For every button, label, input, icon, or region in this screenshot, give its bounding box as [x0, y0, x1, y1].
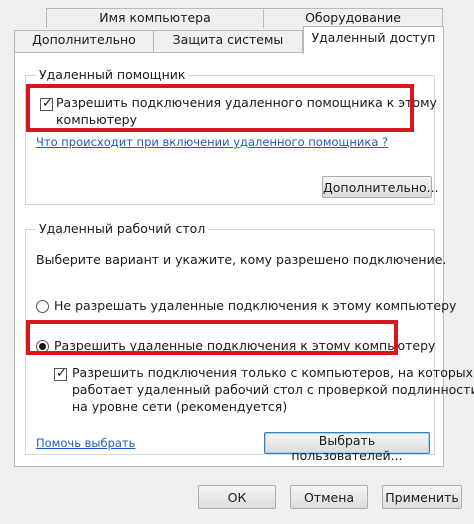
remote-desktop-help-link[interactable]: Помочь выбрать [36, 435, 135, 451]
nla-only-checkbox[interactable]: ✓ [54, 366, 67, 381]
remote-assistance-help-link[interactable]: Что происходит при включении удаленного … [36, 134, 388, 150]
tab-advanced[interactable]: Дополнительно [14, 30, 154, 52]
remote-assistance-advanced-button[interactable]: Дополнительно... [322, 176, 439, 198]
tab-remote-label: Удаленный доступ [311, 30, 436, 45]
tab-computer-name[interactable]: Имя компьютера [46, 8, 264, 28]
remote-desktop-group-label: Удаленный рабочий стол [36, 221, 209, 236]
tab-hardware-label: Оборудование [305, 10, 401, 25]
apply-button[interactable]: Применить [382, 485, 462, 509]
checkmark-icon: ✓ [42, 96, 53, 111]
cancel-button[interactable]: Отмена [290, 485, 368, 509]
allow-remote-connections-radio[interactable] [36, 340, 49, 353]
select-users-button[interactable]: Выбрать пользователей... [264, 432, 430, 463]
deny-remote-connections-label[interactable]: Не разрешать удаленные подключения к это… [54, 298, 456, 314]
allow-remote-assistance-checkbox[interactable]: ✓ [40, 96, 53, 111]
tab-computer-name-label: Имя компьютера [99, 10, 211, 25]
radio-selected-dot [39, 343, 46, 350]
remote-assistance-group-label: Удаленный помощник [36, 67, 189, 82]
remote-assistance-group: Удаленный помощник ✓ Разрешить подключен… [25, 67, 439, 205]
tab-remote[interactable]: Удаленный доступ [303, 26, 444, 54]
nla-only-label-line1[interactable]: Разрешить подключения только с компьютер… [72, 365, 473, 381]
tab-hardware[interactable]: Оборудование [263, 8, 443, 28]
nla-only-label-line2[interactable]: работает удаленный рабочий стол с провер… [72, 382, 474, 398]
tab-advanced-label: Дополнительно [32, 32, 136, 47]
allow-remote-assistance-label-line1[interactable]: Разрешить подключения удаленного помощни… [56, 95, 437, 111]
tab-system-protection-label: Защита системы [172, 32, 284, 47]
ok-button[interactable]: ОК [198, 485, 276, 509]
checkmark-icon: ✓ [56, 366, 67, 381]
remote-desktop-instruction: Выберите вариант и укажите, кому разреше… [36, 252, 447, 267]
allow-remote-assistance-label-line2[interactable]: компьютеру [56, 112, 137, 128]
nla-only-label-line3[interactable]: на уровне сети (рекомендуется) [72, 399, 287, 415]
remote-tab-panel: Удаленный помощник ✓ Разрешить подключен… [14, 52, 474, 467]
allow-remote-connections-label[interactable]: Разрешить удаленные подключения к этому … [54, 338, 435, 354]
remote-desktop-group: Удаленный рабочий стол Выберите вариант … [25, 221, 474, 463]
tab-system-protection[interactable]: Защита системы [153, 30, 303, 52]
system-properties-window: Имя компьютера Оборудование Дополнительн… [0, 0, 474, 524]
deny-remote-connections-radio[interactable] [36, 300, 49, 313]
